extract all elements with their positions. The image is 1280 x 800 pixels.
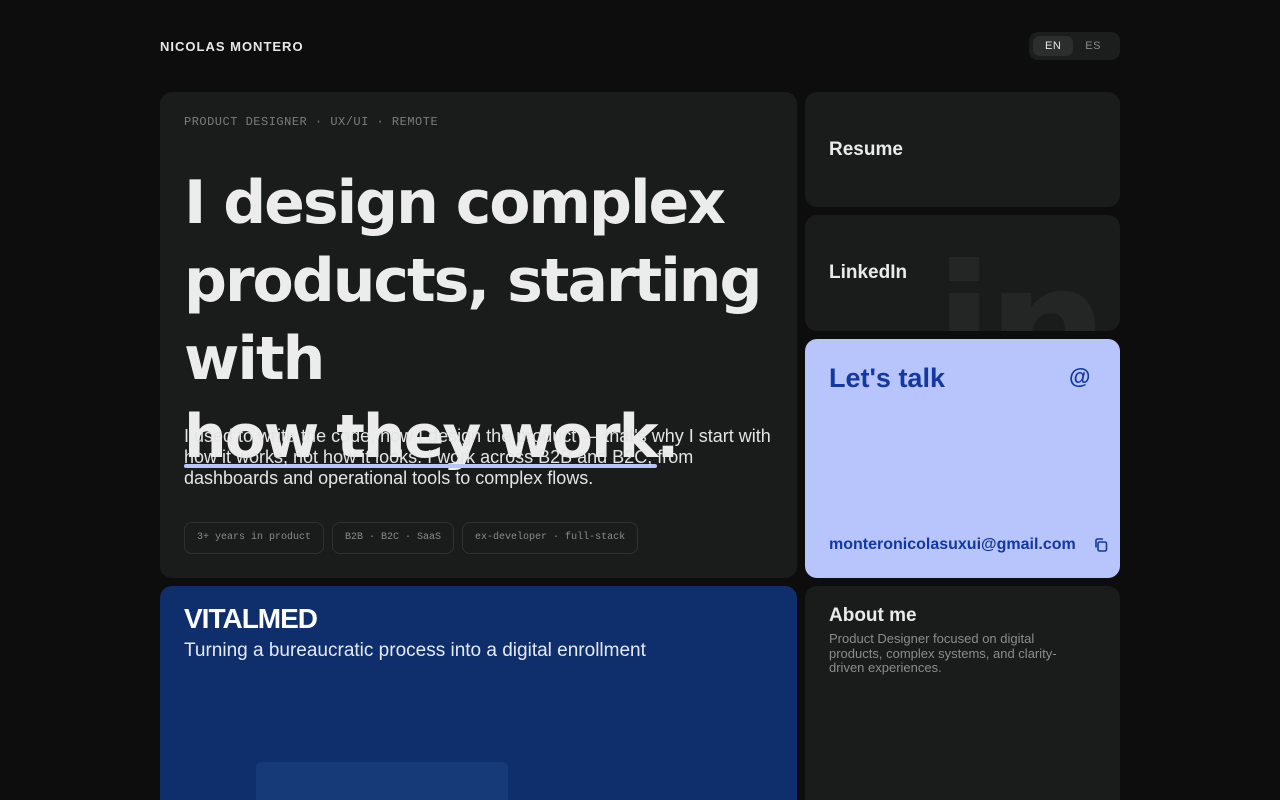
contact-card[interactable]: Let's talk @ monteronicolasuxui@gmail.co… <box>805 339 1120 578</box>
linkedin-title: LinkedIn <box>829 262 908 283</box>
chip-experience: 3+ years in product <box>184 522 325 554</box>
project-logo: VITALMED <box>184 603 318 634</box>
resume-card[interactable]: Resume <box>805 92 1120 207</box>
lang-option-es[interactable]: ES <box>1073 36 1113 56</box>
language-switcher: EN ES <box>1029 32 1120 60</box>
headline-line-1: I design complex <box>184 168 726 238</box>
chip-background: ex-developer · full-stack <box>462 522 639 554</box>
about-title: About me <box>829 605 917 626</box>
hero-eyebrow: PRODUCT DESIGNER · UX/UI · REMOTE <box>184 115 439 129</box>
about-card[interactable]: About me Product Designer focused on dig… <box>805 586 1120 800</box>
about-text: Product Designer focused on digital prod… <box>829 631 1057 675</box>
headline-line-2: products, starting <box>184 246 762 316</box>
hero-intro: I used to write the code, now I design t… <box>184 426 771 488</box>
lang-option-en[interactable]: EN <box>1033 36 1074 56</box>
resume-title: Resume <box>829 139 903 160</box>
portfolio-page: NICOLAS MONTERO EN ES PRODUCT DESIGNER ·… <box>0 0 1280 800</box>
project-card-vitalmed[interactable]: VITALMED Turning a bureaucratic process … <box>160 586 797 800</box>
contact-title: Let's talk <box>829 363 945 393</box>
contact-email[interactable]: monteronicolasuxui@gmail.com <box>829 536 1076 554</box>
project-preview-image <box>256 762 508 800</box>
at-icon: @ <box>1069 364 1091 389</box>
hero-chips: 3+ years in product B2B · B2C · SaaS ex-… <box>184 522 639 554</box>
headline-line-3-prefix: with <box>184 324 325 394</box>
linkedin-card[interactable]: in LinkedIn <box>805 215 1120 331</box>
linkedin-icon: in <box>935 229 1108 331</box>
site-brand[interactable]: NICOLAS MONTERO <box>160 39 304 54</box>
copy-icon[interactable] <box>1093 537 1109 553</box>
hero-card: PRODUCT DESIGNER · UX/UI · REMOTE I desi… <box>160 92 797 578</box>
project-subtitle: Turning a bureaucratic process into a di… <box>184 640 646 661</box>
chip-markets: B2B · B2C · SaaS <box>332 522 455 554</box>
